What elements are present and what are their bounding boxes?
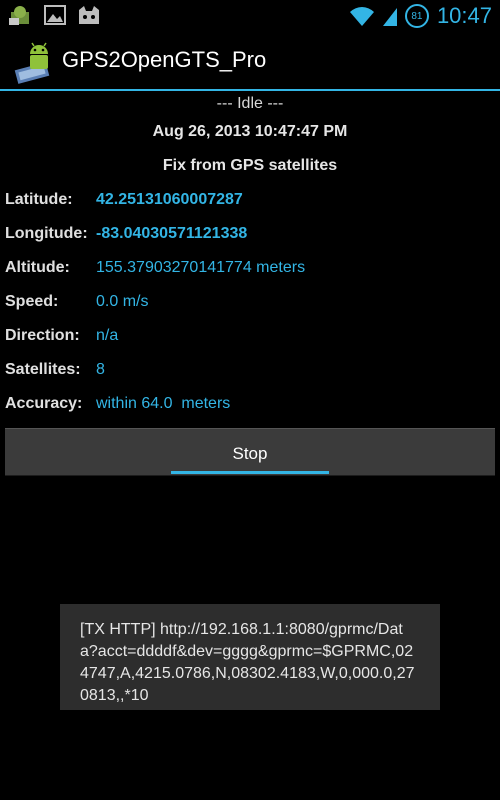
satellites-value: 8 — [96, 361, 105, 378]
app-notification-icon — [9, 6, 29, 25]
wifi-icon — [349, 7, 374, 26]
app-title: GPS2OpenGTS_Pro — [62, 47, 267, 72]
status-bar: 81 10:47 — [0, 0, 500, 33]
cat-icon — [79, 6, 99, 24]
altitude-row: Altitude: 155.37903270141774 meters — [5, 259, 495, 285]
stop-button[interactable]: Stop — [5, 428, 495, 476]
toast-message: [TX HTTP] http://192.168.1.1:8080/gprmc/… — [60, 604, 440, 710]
image-icon — [44, 5, 66, 25]
accuracy-value: within 64.0 meters — [96, 395, 231, 412]
altitude-value: 155.37903270141774 meters — [96, 259, 306, 276]
altitude-label: Altitude: — [5, 259, 70, 276]
android-app-icon[interactable] — [14, 40, 58, 84]
latitude-value: 42.25131060007287 — [96, 191, 243, 208]
direction-label: Direction: — [5, 327, 80, 344]
longitude-row: Longitude: -83.04030571121338 — [5, 225, 495, 251]
longitude-label: Longitude: — [5, 225, 88, 242]
satellites-label: Satellites: — [5, 361, 81, 378]
signal-icon — [382, 8, 397, 26]
latitude-label: Latitude: — [5, 191, 73, 208]
satellites-row: Satellites: 8 — [5, 361, 495, 387]
speed-value: 0.0 m/s — [96, 293, 149, 310]
system-icons: 81 10:47 — [349, 2, 492, 30]
clock: 10:47 — [436, 3, 492, 28]
status-text: --- Idle --- — [216, 95, 284, 112]
fix-timestamp: Aug 26, 2013 10:47:47 PM — [152, 123, 348, 140]
stop-button-label: Stop — [232, 444, 268, 463]
longitude-value: -83.04030571121338 — [96, 225, 248, 242]
notification-icons — [8, 4, 102, 26]
speed-label: Speed: — [5, 293, 59, 310]
accuracy-row: Accuracy: within 64.0 meters — [5, 395, 495, 421]
action-bar-divider — [0, 89, 500, 91]
stop-button-focus-indicator — [171, 471, 329, 474]
direction-row: Direction: n/a — [5, 327, 495, 353]
battery-icon: 81 — [404, 4, 429, 28]
action-bar: GPS2OpenGTS_Pro — [0, 33, 500, 89]
battery-level: 81 — [411, 10, 423, 22]
accuracy-label: Accuracy: — [5, 395, 83, 412]
speed-row: Speed: 0.0 m/s — [5, 293, 495, 319]
latitude-row: Latitude: 42.25131060007287 — [5, 191, 495, 217]
fix-source: Fix from GPS satellites — [162, 157, 338, 174]
direction-value: n/a — [96, 327, 119, 344]
